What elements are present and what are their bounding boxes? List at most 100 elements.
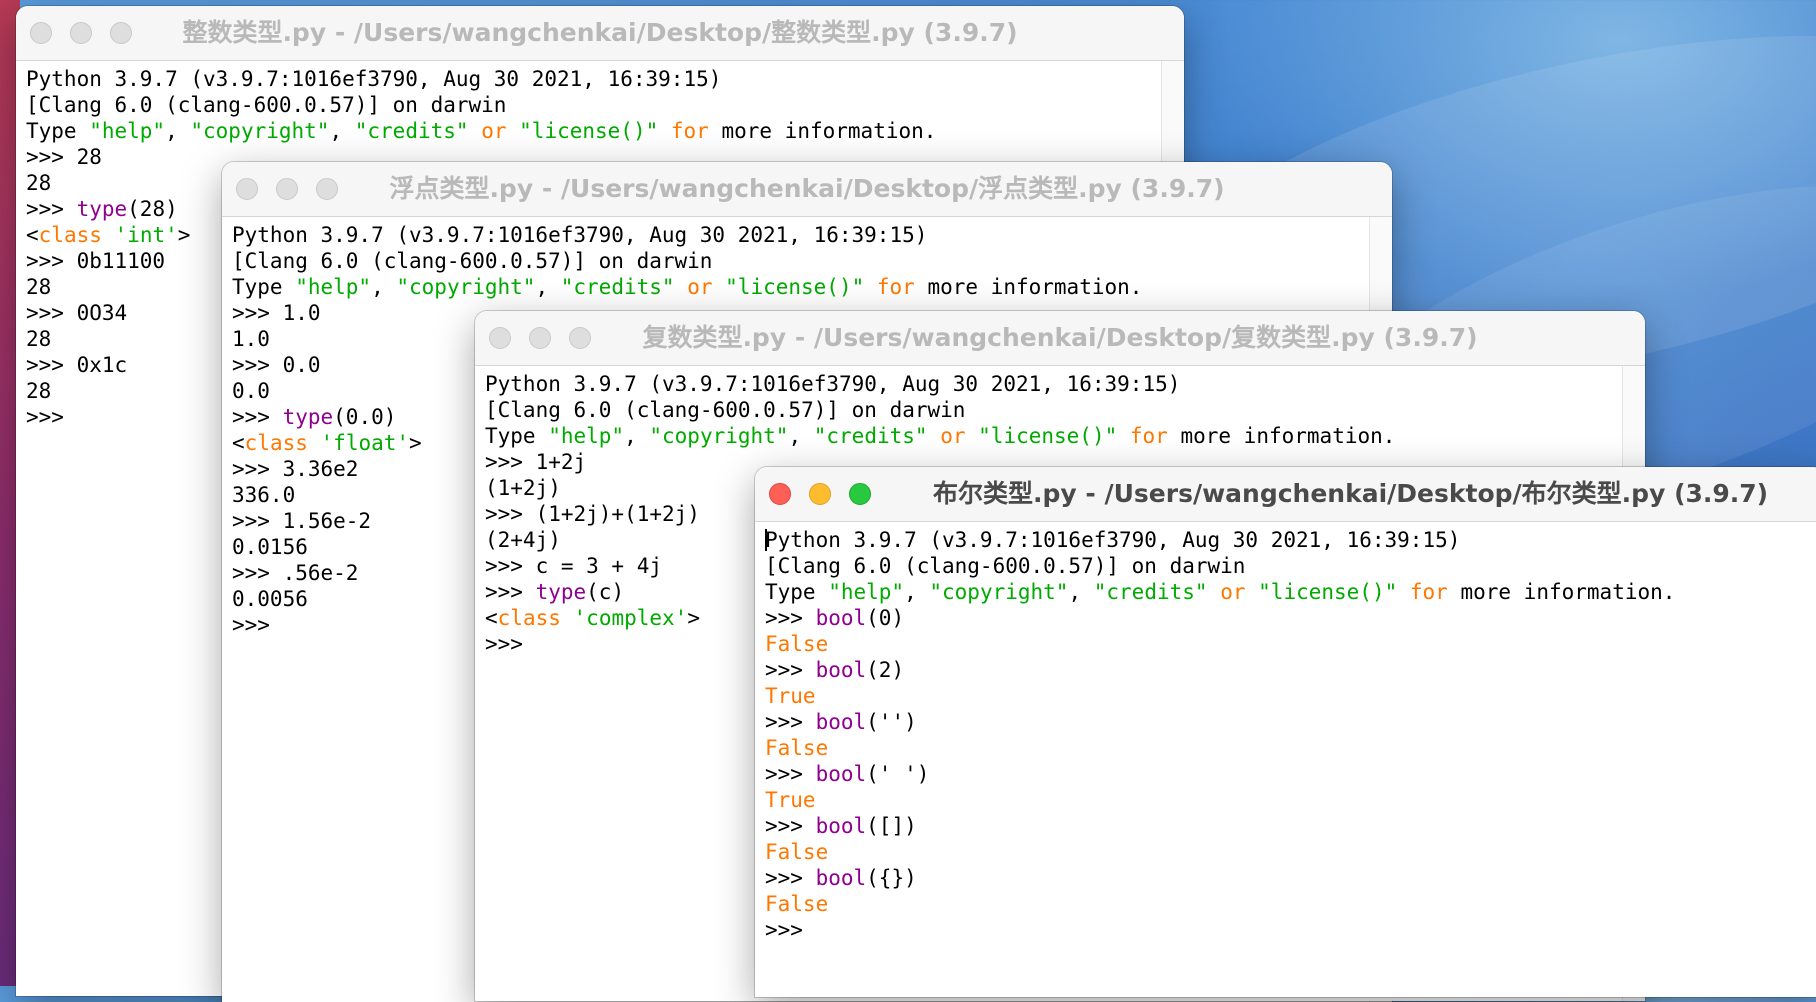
token-text: 28 <box>26 171 52 195</box>
token-kw: for <box>670 119 709 143</box>
token-text: >>> 0x1c <box>26 353 128 377</box>
shell-line: >>> bool([]) <box>765 813 1801 839</box>
token-text: >>> 1+2j <box>485 450 587 474</box>
token-text: >>> <box>765 918 803 942</box>
token-text: >>> 28 <box>26 145 102 169</box>
token-text: Type <box>26 119 90 143</box>
token-text: , <box>371 275 397 299</box>
token-text: (2+4j) <box>485 528 561 552</box>
token-str: "credits" <box>560 275 675 299</box>
shell-line: Python 3.9.7 (v3.9.7:1016ef3790, Aug 30 … <box>26 66 1160 92</box>
token-bi: type <box>535 580 587 604</box>
shell-line: Type "help", "copyright", "credits" or "… <box>485 423 1621 449</box>
token-text: 0.0056 <box>232 587 308 611</box>
token-text: >>> 1.56e-2 <box>232 509 372 533</box>
token-kw: for <box>1409 580 1448 604</box>
token-str: "license()" <box>519 119 659 143</box>
token-str: 'float' <box>320 431 410 455</box>
shell-line: [Clang 6.0 (clang-600.0.57)] on darwin <box>232 248 1368 274</box>
token-str: "license()" <box>978 424 1118 448</box>
token-text: ('') <box>866 710 917 734</box>
token-str: 'complex' <box>573 606 688 630</box>
token-bi: type <box>76 197 128 221</box>
token-kw: for <box>876 275 915 299</box>
token-text: >>> .56e-2 <box>232 561 359 585</box>
token-text: (c) <box>586 580 625 604</box>
token-text: >>> <box>26 405 64 429</box>
token-text: [Clang 6.0 (clang-600.0.57)] on darwin <box>485 398 966 422</box>
token-text: (0.0) <box>333 405 397 429</box>
token-bi: bool <box>815 866 867 890</box>
token-text: , <box>624 424 650 448</box>
token-text: ({}) <box>866 866 917 890</box>
token-str: "copyright" <box>929 580 1069 604</box>
token-out: False <box>765 892 829 916</box>
shell-line: [Clang 6.0 (clang-600.0.57)] on darwin <box>485 397 1621 423</box>
token-text: >>> 3.36e2 <box>232 457 359 481</box>
token-kw: or <box>481 119 507 143</box>
title-bar[interactable]: 整数类型.py - /Users/wangchenkai/Desktop/整数类… <box>16 6 1184 61</box>
token-kw: class <box>497 606 561 630</box>
window-title: 复数类型.py - /Users/wangchenkai/Desktop/复数类… <box>642 323 1478 352</box>
token-text: >>> 1.0 <box>232 301 321 325</box>
shell-line: >>> bool(2) <box>765 657 1801 683</box>
shell-line: True <box>765 683 1801 709</box>
token-text: more information. <box>708 119 937 143</box>
token-str: "license()" <box>1258 580 1398 604</box>
idle-shell-window-bool[interactable]: 布尔类型.py - /Users/wangchenkai/Desktop/布尔类… <box>755 467 1816 997</box>
token-text: >>> <box>485 580 536 604</box>
shell-line: Type "help", "copyright", "credits" or "… <box>232 274 1368 300</box>
token-str: "copyright" <box>649 424 789 448</box>
token-out: False <box>765 632 829 656</box>
token-text: >>> <box>232 405 283 429</box>
token-str: "credits" <box>1093 580 1208 604</box>
token-text: >>> <box>765 866 816 890</box>
token-text: , <box>904 580 930 604</box>
token-text: 28 <box>26 275 52 299</box>
token-text: 336.0 <box>232 483 296 507</box>
token-text: Python 3.9.7 (v3.9.7:1016ef3790, Aug 30 … <box>485 372 1181 396</box>
token-text: (28) <box>127 197 178 221</box>
token-text: Python 3.9.7 (v3.9.7:1016ef3790, Aug 30 … <box>765 528 1461 552</box>
token-text: , <box>535 275 561 299</box>
shell-line: Python 3.9.7 (v3.9.7:1016ef3790, Aug 30 … <box>765 527 1801 553</box>
token-text: (0) <box>866 606 905 630</box>
token-text: , <box>165 119 191 143</box>
token-text: (2) <box>866 658 905 682</box>
title-bar[interactable]: 复数类型.py - /Users/wangchenkai/Desktop/复数类… <box>475 311 1645 366</box>
shell-line: False <box>765 839 1801 865</box>
token-bi: bool <box>815 606 867 630</box>
token-text: < <box>232 431 245 455</box>
token-str: "license()" <box>725 275 865 299</box>
token-text: 28 <box>26 327 52 351</box>
token-text: >>> 0.0 <box>232 353 321 377</box>
token-text: >>> 0O34 <box>26 301 128 325</box>
token-str: "help" <box>548 424 625 448</box>
token-text: more information. <box>914 275 1143 299</box>
token-text: >>> <box>765 710 816 734</box>
token-text: more information. <box>1447 580 1676 604</box>
token-out: True <box>765 788 816 812</box>
token-text: Type <box>765 580 829 604</box>
token-str: "credits" <box>813 424 928 448</box>
token-str: "copyright" <box>396 275 536 299</box>
shell-line: False <box>765 631 1801 657</box>
token-text: [Clang 6.0 (clang-600.0.57)] on darwin <box>26 93 507 117</box>
title-bar[interactable]: 浮点类型.py - /Users/wangchenkai/Desktop/浮点类… <box>222 162 1392 217</box>
shell-text-area[interactable]: Python 3.9.7 (v3.9.7:1016ef3790, Aug 30 … <box>765 527 1801 997</box>
title-bar[interactable]: 布尔类型.py - /Users/wangchenkai/Desktop/布尔类… <box>755 467 1816 522</box>
token-text: more information. <box>1167 424 1396 448</box>
token-kw: for <box>1129 424 1168 448</box>
token-out: True <box>765 684 816 708</box>
token-text: Python 3.9.7 (v3.9.7:1016ef3790, Aug 30 … <box>26 67 722 91</box>
token-kw: or <box>687 275 713 299</box>
token-str: "credits" <box>354 119 469 143</box>
token-text: >>> <box>26 197 77 221</box>
token-str: "copyright" <box>190 119 330 143</box>
